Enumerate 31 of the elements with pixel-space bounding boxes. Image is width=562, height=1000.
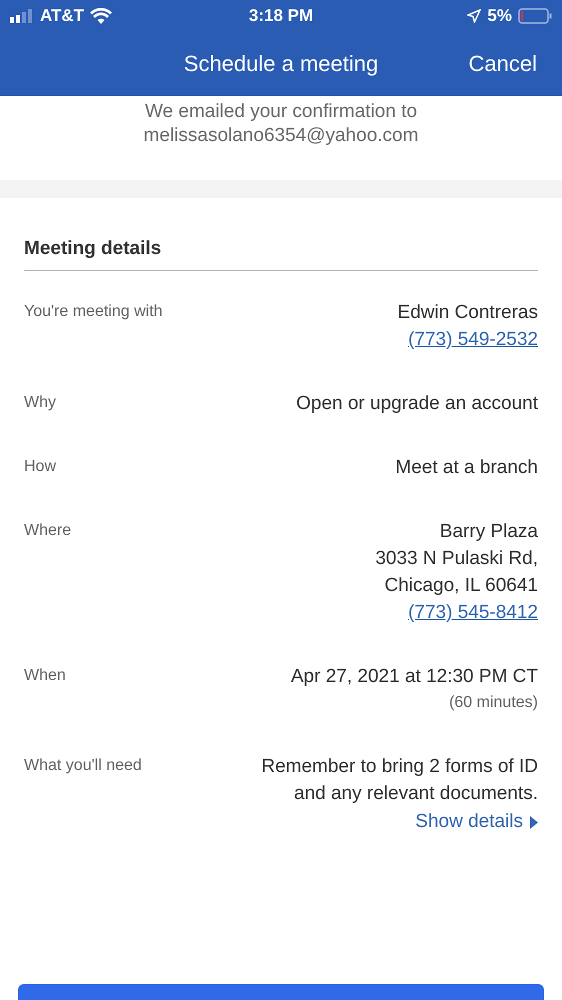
detail-label: When	[24, 667, 66, 686]
screen-title: Schedule a meeting	[184, 51, 378, 77]
confirmation-text: melissasolano6354@yahoo.com	[144, 124, 418, 148]
carrier: AT&T	[40, 6, 84, 26]
detail-label: Why	[24, 394, 56, 413]
detail-value: Edwin Contreras	[398, 301, 538, 325]
location-icon	[467, 9, 482, 23]
detail-value: Chicago, IL 60641	[384, 574, 538, 598]
confirmation-text: We emailed your confirmation to	[144, 100, 418, 124]
detail-value: Apr 27, 2021 at 12:30 PM CT	[290, 665, 538, 689]
detail-label: How	[24, 458, 56, 477]
cancel-button[interactable]: Cancel	[468, 51, 537, 77]
detail-value: Barry Plaza	[440, 520, 538, 544]
clock: 3:18 PM	[248, 6, 314, 26]
caret-icon	[529, 816, 538, 828]
detail-value: Open or upgrade an account	[296, 392, 538, 416]
detail-value: Remember to bring 2 forms of ID and any relevant documents.	[260, 755, 538, 806]
section-heading: Meeting details	[24, 238, 538, 271]
detail-label: You're meeting with	[24, 303, 163, 322]
duration-note: (60 minutes)	[449, 693, 538, 713]
detail-value: Meet at a branch	[395, 456, 538, 480]
phone-link[interactable]: (773) 549-2532	[408, 326, 538, 353]
wifi-icon	[90, 8, 112, 24]
phone-link[interactable]: (773) 545-8412	[408, 599, 538, 626]
detail-label: Where	[24, 522, 72, 541]
signal-icon	[10, 9, 34, 23]
show-details-link[interactable]: Show details	[415, 807, 538, 837]
detail-label: What you'll need	[24, 757, 142, 776]
battery-icon	[518, 8, 552, 24]
detail-value: 3033 N Pulaski Rd,	[375, 547, 538, 571]
battery-percent: 5%	[487, 6, 512, 26]
